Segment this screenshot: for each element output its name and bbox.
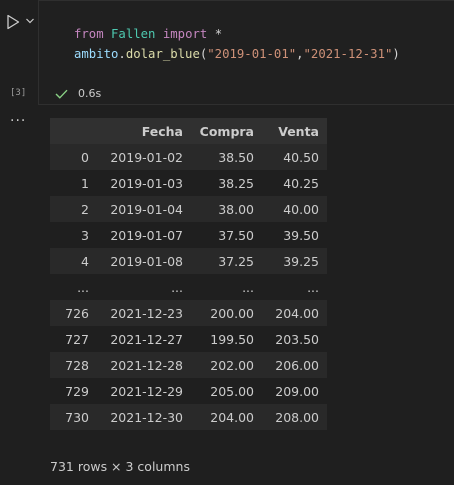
cell-venta: ... xyxy=(262,274,327,300)
cell-compra: 205.00 xyxy=(191,378,262,404)
table-shape-summary: 731 rows × 3 columns xyxy=(50,459,190,474)
column-header-compra: Compra xyxy=(191,118,262,144)
row-index: 2 xyxy=(50,196,97,222)
cell-venta: 206.00 xyxy=(262,352,327,378)
execution-count: [3] xyxy=(10,88,27,98)
code-keyword-import: import xyxy=(162,27,208,41)
notebook-page: from Fallen import * ambito.dolar_blue("… xyxy=(0,0,454,485)
code-comma: , xyxy=(296,47,304,61)
row-index: 3 xyxy=(50,222,97,248)
cell-compra: 202.00 xyxy=(191,352,262,378)
row-index: 727 xyxy=(50,326,97,352)
table-header-row: Fecha Compra Venta xyxy=(50,118,327,144)
chevron-down-icon[interactable] xyxy=(25,16,35,26)
run-cell-icon[interactable] xyxy=(6,14,20,30)
cell-fecha: 2019-01-08 xyxy=(97,248,191,274)
cell-fecha: 2021-12-27 xyxy=(97,326,191,352)
cell-compra: 199.50 xyxy=(191,326,262,352)
cell-compra: 38.25 xyxy=(191,170,262,196)
table-row: 2 2019-01-04 38.00 40.00 xyxy=(50,196,327,222)
row-index: 729 xyxy=(50,378,97,404)
cell-fecha: 2019-01-04 xyxy=(97,196,191,222)
table-row: 730 2021-12-30 204.00 208.00 xyxy=(50,404,327,430)
table-row: 4 2019-01-08 37.25 39.25 xyxy=(50,248,327,274)
cell-compra: 37.50 xyxy=(191,222,262,248)
cell-venta: 204.00 xyxy=(262,300,327,326)
output-more-actions[interactable]: ... xyxy=(10,110,26,124)
cell-venta: 40.25 xyxy=(262,170,327,196)
row-index: 1 xyxy=(50,170,97,196)
code-text[interactable]: from Fallen import * ambito.dolar_blue("… xyxy=(74,24,400,64)
column-header-fecha: Fecha xyxy=(97,118,191,144)
code-function: dolar_blue xyxy=(125,47,200,61)
code-cell-editor[interactable]: from Fallen import * ambito.dolar_blue("… xyxy=(38,0,454,105)
row-index: ... xyxy=(50,274,97,300)
row-index: 4 xyxy=(50,248,97,274)
cell-fecha: 2019-01-03 xyxy=(97,170,191,196)
cell-venta: 40.00 xyxy=(262,196,327,222)
cell-venta: 209.00 xyxy=(262,378,327,404)
cell-fecha: 2021-12-28 xyxy=(97,352,191,378)
execution-status: 0.6s xyxy=(55,87,101,100)
cell-fecha: 2019-01-07 xyxy=(97,222,191,248)
table-row-ellipsis: ............ xyxy=(50,274,327,300)
cell-compra: 37.25 xyxy=(191,248,262,274)
cell-compra: ... xyxy=(191,274,262,300)
row-index: 726 xyxy=(50,300,97,326)
cell-venta: 39.25 xyxy=(262,248,327,274)
cell-fecha: 2021-12-23 xyxy=(97,300,191,326)
code-keyword-from: from xyxy=(74,27,104,41)
code-object: ambito xyxy=(74,47,119,61)
cell-venta: 203.50 xyxy=(262,326,327,352)
table-row: 0 2019-01-02 38.50 40.50 xyxy=(50,144,327,170)
cell-venta: 39.50 xyxy=(262,222,327,248)
row-index: 728 xyxy=(50,352,97,378)
cell-fecha: 2021-12-30 xyxy=(97,404,191,430)
cell-compra: 200.00 xyxy=(191,300,262,326)
code-module-name: Fallen xyxy=(111,27,156,41)
column-header-index xyxy=(50,118,97,144)
code-arg-start-date: "2019-01-01" xyxy=(207,47,297,61)
row-index: 730 xyxy=(50,404,97,430)
row-index: 0 xyxy=(50,144,97,170)
cell-fecha: ... xyxy=(97,274,191,300)
table-row: 728 2021-12-28 202.00 206.00 xyxy=(50,352,327,378)
code-star: * xyxy=(214,27,223,41)
table-row: 1 2019-01-03 38.25 40.25 xyxy=(50,170,327,196)
code-arg-end-date: "2021-12-31" xyxy=(303,47,393,61)
cell-fecha: 2021-12-29 xyxy=(97,378,191,404)
table-row: 3 2019-01-07 37.50 39.50 xyxy=(50,222,327,248)
table-row: 726 2021-12-23 200.00 204.00 xyxy=(50,300,327,326)
table-row: 727 2021-12-27 199.50 203.50 xyxy=(50,326,327,352)
column-header-venta: Venta xyxy=(262,118,327,144)
table-row: 729 2021-12-29 205.00 209.00 xyxy=(50,378,327,404)
dataframe-table: Fecha Compra Venta 0 2019-01-02 38.50 40.50… xyxy=(50,118,327,430)
cell-venta: 40.50 xyxy=(262,144,327,170)
code-close-paren: ) xyxy=(392,47,400,61)
cell-fecha: 2019-01-02 xyxy=(97,144,191,170)
check-icon xyxy=(55,89,68,99)
code-dot: . xyxy=(118,47,126,61)
cell-venta: 208.00 xyxy=(262,404,327,430)
execution-time: 0.6s xyxy=(78,87,102,100)
cell-compra: 38.00 xyxy=(191,196,262,222)
cell-compra: 204.00 xyxy=(191,404,262,430)
cell-compra: 38.50 xyxy=(191,144,262,170)
